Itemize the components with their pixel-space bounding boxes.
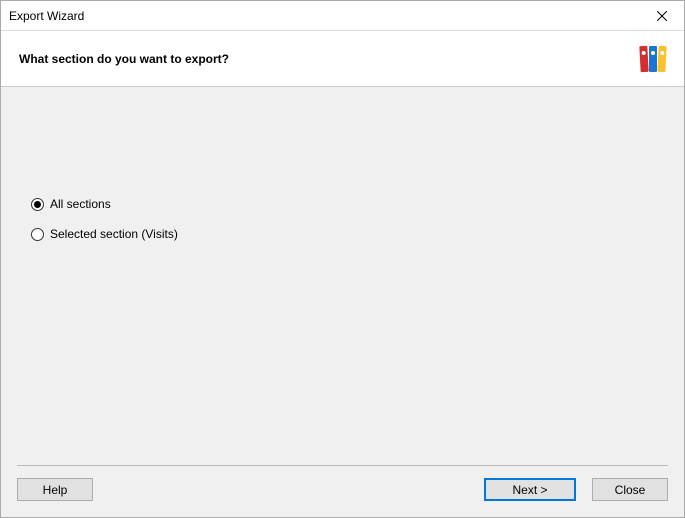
help-button[interactable]: Help bbox=[17, 478, 93, 501]
radio-indicator bbox=[31, 198, 44, 211]
close-icon bbox=[657, 11, 667, 21]
next-button[interactable]: Next > bbox=[484, 478, 576, 501]
footer-buttons: Help Next > Close bbox=[17, 478, 668, 501]
section-radio-group: All sections Selected section (Visits) bbox=[31, 197, 654, 241]
binders-icon bbox=[640, 46, 666, 72]
wizard-content: All sections Selected section (Visits) bbox=[1, 87, 684, 453]
export-wizard-window: Export Wizard What section do you want t… bbox=[0, 0, 685, 518]
wizard-footer: Help Next > Close bbox=[1, 453, 684, 517]
radio-label-all: All sections bbox=[50, 197, 111, 211]
footer-right-buttons: Next > Close bbox=[484, 478, 668, 501]
window-title: Export Wizard bbox=[9, 9, 84, 23]
close-window-button[interactable] bbox=[639, 1, 684, 31]
wizard-header: What section do you want to export? bbox=[1, 31, 684, 87]
radio-all-sections[interactable]: All sections bbox=[31, 197, 654, 211]
radio-label-selected: Selected section (Visits) bbox=[50, 227, 178, 241]
footer-separator bbox=[17, 465, 668, 466]
close-button[interactable]: Close bbox=[592, 478, 668, 501]
radio-selected-section[interactable]: Selected section (Visits) bbox=[31, 227, 654, 241]
wizard-question: What section do you want to export? bbox=[19, 52, 229, 66]
titlebar: Export Wizard bbox=[1, 1, 684, 31]
radio-indicator bbox=[31, 228, 44, 241]
